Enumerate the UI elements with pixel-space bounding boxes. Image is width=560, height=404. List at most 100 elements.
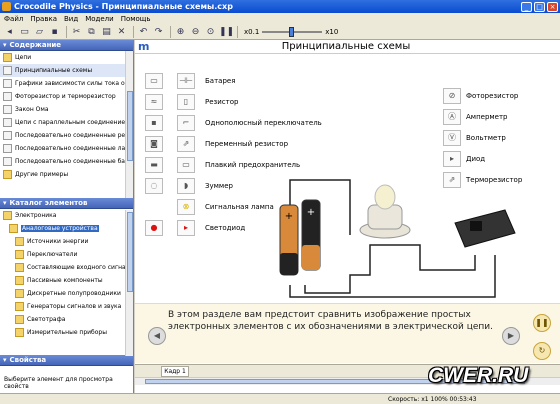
tree-page-item[interactable]: Фоторезистор и терморезистор (0, 90, 133, 103)
pause-button[interactable]: ❚❚ (533, 314, 551, 332)
tree-item-label: Графики зависимости силы тока о (15, 80, 125, 87)
fuse-symbol-icon[interactable]: ▭ (177, 156, 195, 173)
tree-folder-item[interactable]: Аналоговые устройства (0, 222, 133, 235)
zoom-fit-icon[interactable]: ⊙ (204, 26, 217, 38)
symbol-label: Переменный резистор (205, 139, 289, 148)
battery-2[interactable]: + (301, 199, 321, 271)
properties-panel-header[interactable]: ▾ Свойства (0, 355, 133, 366)
redo-icon[interactable]: ↷ (152, 26, 165, 38)
contents-scrollbar[interactable] (125, 51, 133, 198)
menu-help[interactable]: Помощь (121, 15, 151, 23)
tree-item-label: Дискретные полупроводники (27, 290, 121, 297)
voltmeter-symbol-icon[interactable]: Ⓥ (443, 129, 461, 146)
app-icon (2, 2, 11, 11)
tree-page-item[interactable]: Принципиальные схемы (0, 64, 133, 77)
collapse-icon[interactable]: ▾ (3, 41, 7, 49)
prev-page-button[interactable]: ◀ (148, 327, 166, 345)
tree-page-item[interactable]: Закон Ома (0, 103, 133, 116)
collapse-icon[interactable]: ▾ (3, 199, 7, 207)
speed-slider-thumb[interactable] (289, 26, 295, 37)
crocodile-logo-icon: m (138, 39, 150, 53)
tree-folder-item[interactable]: Измерительные приборы (0, 326, 133, 339)
new-file-icon[interactable]: ▭ (18, 26, 31, 38)
resistor-photo[interactable]: ≈ (145, 93, 163, 110)
description-panel: ◀ В этом разделе вам предстоит сравнить … (135, 303, 560, 363)
next-page-button[interactable]: ▶ (502, 327, 520, 345)
symbol-label: Светодиод (205, 223, 246, 232)
buzzer-symbol-icon[interactable]: ◗ (177, 177, 195, 194)
catalog-panel-header[interactable]: ▾ Каталог элементов (0, 198, 133, 209)
led-photo[interactable]: ● (145, 219, 163, 236)
battery-photo[interactable]: ▭ (145, 72, 163, 89)
zoom-out-icon[interactable]: ⊖ (189, 26, 202, 38)
page-header: m Принципиальные схемы (135, 40, 560, 54)
tree-page-item[interactable]: Последовательно соединенные ла (0, 142, 133, 155)
tree-folder-item[interactable]: Цепи (0, 51, 133, 64)
frame-tab[interactable]: Кадр 1 (161, 366, 189, 377)
menu-file[interactable]: Файл (4, 15, 23, 23)
open-folder-icon[interactable]: ▱ (33, 26, 46, 38)
delete-icon[interactable]: ✕ (115, 26, 128, 38)
catalog-scrollbar[interactable] (125, 210, 133, 356)
save-icon[interactable]: ▪ (48, 26, 61, 38)
reset-button[interactable]: ↻ (533, 342, 551, 360)
symbol-label: Диод (466, 154, 486, 163)
simulation-stage[interactable]: ▭ ⊣⊢ ≈ ▯ ▪ ⌐ ◙ ⇗ ▬ ▭ ◌ ◗ ⊗ ● ▸ Батарея Резистор… (135, 55, 560, 303)
tree-folder-item[interactable]: Другие примеры (0, 168, 133, 181)
circuit-drawing[interactable]: + + (260, 175, 520, 300)
minimize-button[interactable]: _ (521, 1, 532, 12)
zoom-in-icon[interactable]: ⊕ (174, 26, 187, 38)
tree-folder-item[interactable]: Светотрафа (0, 313, 133, 326)
speed-slider[interactable] (262, 26, 323, 37)
window-title: Crocodile Physics - Принципиальные схемы… (14, 2, 233, 11)
contents-panel-header[interactable]: ▾ Содержание (0, 40, 133, 51)
variable-resistor-photo[interactable]: ◙ (145, 135, 163, 152)
tree-folder-item[interactable]: Генераторы сигналов и звука (0, 300, 133, 313)
tree-page-item[interactable]: Графики зависимости силы тока о (0, 77, 133, 90)
buzzer-photo[interactable]: ◌ (145, 177, 163, 194)
photoresistor-symbol-icon[interactable]: ⊘ (443, 87, 461, 104)
switch-symbol-icon[interactable]: ⌐ (177, 114, 195, 131)
title-bar: Crocodile Physics - Принципиальные схемы… (0, 0, 560, 13)
cut-icon[interactable]: ✂ (70, 26, 83, 38)
collapse-icon[interactable]: ▾ (3, 356, 7, 364)
contents-panel-title: Содержание (9, 41, 62, 49)
lamp[interactable] (359, 184, 411, 239)
copy-icon[interactable]: ⧉ (85, 26, 98, 38)
tree-item-label: Аналоговые устройства (21, 225, 99, 232)
lamp-photo[interactable] (145, 199, 163, 215)
page-icon (3, 105, 12, 114)
battery-1[interactable]: + (279, 204, 299, 276)
symbol-label: Зуммер (205, 181, 233, 190)
diode-symbol-icon[interactable]: ▸ (443, 150, 461, 167)
menu-view[interactable]: Вид (64, 15, 78, 23)
fuse-photo[interactable]: ▬ (145, 156, 163, 173)
battery-symbol-icon[interactable]: ⊣⊢ (177, 72, 195, 89)
tree-page-item[interactable]: Последовательно соединенные ре (0, 129, 133, 142)
contents-scroll-thumb[interactable] (127, 91, 133, 161)
variable-resistor-symbol-icon[interactable]: ⇗ (177, 135, 195, 152)
paste-icon[interactable]: ▤ (100, 26, 113, 38)
tree-page-item[interactable]: Цепи с параллельным соединение (0, 116, 133, 129)
catalog-scroll-thumb[interactable] (127, 212, 133, 292)
resistor-symbol-icon[interactable]: ▯ (177, 93, 195, 110)
tree-page-item[interactable]: Последовательно соединенные ба (0, 155, 133, 168)
close-button[interactable]: × (547, 1, 558, 12)
switch[interactable] (454, 209, 516, 248)
switch-photo[interactable]: ▪ (145, 114, 163, 131)
tree-folder-item[interactable]: Источники энергии (0, 235, 133, 248)
back-icon[interactable]: ◂ (3, 26, 16, 38)
tree-folder-item[interactable]: Дискретные полупроводники (0, 287, 133, 300)
led-symbol-icon[interactable]: ▸ (177, 219, 195, 236)
menu-edit[interactable]: Правка (30, 15, 57, 23)
tree-folder-item[interactable]: Пассивные компоненты (0, 274, 133, 287)
tree-folder-item[interactable]: Электроника (0, 209, 133, 222)
tree-folder-item[interactable]: Переключатели (0, 248, 133, 261)
menu-models[interactable]: Модели (85, 15, 114, 23)
undo-icon[interactable]: ↶ (137, 26, 150, 38)
lamp-symbol-icon[interactable]: ⊗ (177, 198, 195, 215)
ammeter-symbol-icon[interactable]: Ⓐ (443, 108, 461, 125)
tree-folder-item[interactable]: Составляющие входного сигна (0, 261, 133, 274)
maximize-button[interactable]: □ (534, 1, 545, 12)
pause-icon[interactable]: ❚❚ (219, 26, 234, 38)
